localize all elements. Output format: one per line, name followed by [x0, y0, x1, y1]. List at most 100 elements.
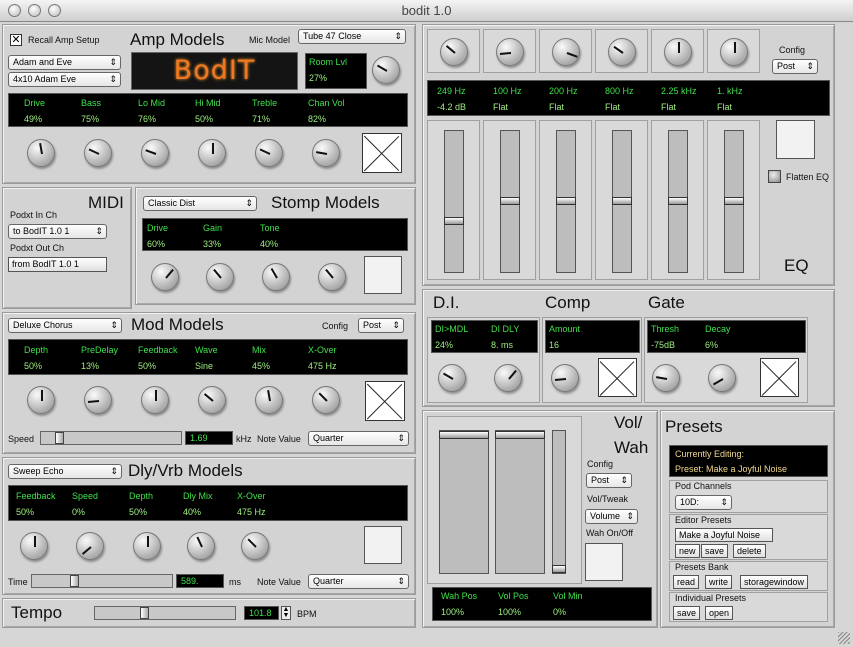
- mod-config-select[interactable]: Post: [358, 318, 404, 333]
- room-level-knob[interactable]: [372, 56, 400, 84]
- dly-model-select[interactable]: Sweep Echo: [8, 464, 122, 479]
- stomp-gain-knob[interactable]: [206, 263, 234, 291]
- resize-grip[interactable]: [838, 632, 850, 644]
- mic-model-select[interactable]: Tube 47 Close: [298, 29, 406, 44]
- eq-slider-thumb[interactable]: [724, 197, 744, 205]
- mod-feedback-knob[interactable]: [141, 386, 169, 414]
- mod-xover-knob[interactable]: [312, 386, 340, 414]
- gate-bypass-box[interactable]: [760, 358, 799, 397]
- tempo-slider[interactable]: [94, 606, 236, 620]
- vol-min-slider-thumb[interactable]: [552, 565, 566, 573]
- dly-speed-knob[interactable]: [76, 532, 104, 560]
- individual-save-button[interactable]: save: [673, 606, 701, 620]
- mod-model-select[interactable]: Deluxe Chorus: [8, 318, 122, 333]
- stomp-tone-knob[interactable]: [262, 263, 290, 291]
- dly-note-value-select[interactable]: Quarter: [308, 574, 409, 589]
- treble-knob[interactable]: [255, 139, 283, 167]
- wah-position-slider[interactable]: [439, 430, 489, 574]
- dly-xover-knob[interactable]: [241, 532, 269, 560]
- eq-band1-freq-knob[interactable]: [440, 38, 468, 66]
- speed-value-field[interactable]: 1.69: [185, 431, 233, 445]
- read-bank-button[interactable]: read: [673, 575, 700, 589]
- volwah-param-value: 0%: [553, 607, 567, 617]
- speed-slider[interactable]: [40, 431, 182, 445]
- speed-slider-thumb[interactable]: [55, 432, 64, 444]
- time-slider[interactable]: [31, 574, 173, 588]
- editor-preset-name-field[interactable]: Make a Joyful Noise: [675, 528, 773, 542]
- comp-param-label: Amount: [549, 324, 581, 334]
- drive-knob[interactable]: [27, 139, 55, 167]
- eq-band6-gain-slider[interactable]: [724, 130, 744, 273]
- mod-depth-knob[interactable]: [27, 386, 55, 414]
- write-bank-button[interactable]: write: [705, 575, 733, 589]
- vol-slider-thumb[interactable]: [495, 431, 545, 439]
- cab-model-select[interactable]: 4x10 Adam Eve: [8, 72, 121, 87]
- pod-channel-select[interactable]: 10D:: [675, 495, 732, 510]
- wah-on-off-box[interactable]: [585, 543, 623, 581]
- podxt-out-field[interactable]: from BodIT 1.0 1: [8, 257, 107, 272]
- vol-position-slider[interactable]: [495, 430, 545, 574]
- time-value-field[interactable]: 589.: [176, 574, 224, 588]
- individual-open-button[interactable]: open: [705, 606, 734, 620]
- eq-slider-thumb[interactable]: [444, 217, 464, 225]
- di-dly-knob[interactable]: [494, 364, 522, 392]
- dly-feedback-knob[interactable]: [20, 532, 48, 560]
- eq-band-freq: 1. kHz: [717, 86, 743, 96]
- save-preset-button[interactable]: save: [701, 544, 729, 558]
- eq-slider-thumb[interactable]: [556, 197, 576, 205]
- new-preset-button[interactable]: new: [675, 544, 700, 558]
- eq-slider-thumb[interactable]: [668, 197, 688, 205]
- volwah-param-value: 100%: [441, 607, 465, 617]
- stomp-model-select[interactable]: Classic Dist: [143, 196, 257, 211]
- vol-min-slider[interactable]: [552, 430, 566, 574]
- eq-band4-gain-slider[interactable]: [612, 130, 632, 273]
- vol-tweak-select[interactable]: Volume: [585, 509, 638, 524]
- eq-config-select[interactable]: Post: [772, 59, 818, 74]
- dly-depth-knob[interactable]: [133, 532, 161, 560]
- amp-model-select[interactable]: Adam and Eve: [8, 55, 121, 70]
- podxt-in-select[interactable]: to BodIT 1.0 1: [8, 224, 107, 239]
- bass-knob[interactable]: [84, 139, 112, 167]
- di-mdl-knob[interactable]: [438, 364, 466, 392]
- tempo-slider-thumb[interactable]: [140, 607, 149, 619]
- eq-band5-freq-knob[interactable]: [664, 38, 692, 66]
- stomp-extra-knob[interactable]: [318, 263, 346, 291]
- eq-slider-thumb[interactable]: [500, 197, 520, 205]
- eq-bypass-box[interactable]: [776, 120, 815, 159]
- storage-window-button[interactable]: storagewindow: [740, 575, 809, 589]
- mod-bypass-box[interactable]: [365, 381, 405, 421]
- delete-preset-button[interactable]: delete: [733, 544, 766, 558]
- eq-band4-freq-knob[interactable]: [608, 38, 636, 66]
- eq-band3-gain-slider[interactable]: [556, 130, 576, 273]
- stomp-bypass-box[interactable]: [364, 256, 402, 294]
- flatten-eq-checkbox[interactable]: [768, 170, 781, 183]
- eq-band3-freq-knob[interactable]: [552, 38, 580, 66]
- eq-band2-gain-slider[interactable]: [500, 130, 520, 273]
- comp-bypass-box[interactable]: [598, 358, 637, 397]
- gate-thresh-knob[interactable]: [652, 364, 680, 392]
- wah-slider-thumb[interactable]: [439, 431, 489, 439]
- chan-vol-knob[interactable]: [312, 139, 340, 167]
- time-slider-thumb[interactable]: [70, 575, 79, 587]
- eq-band1-gain-slider[interactable]: [444, 130, 464, 273]
- tempo-value-field[interactable]: 101.8: [244, 606, 279, 620]
- eq-slider-thumb[interactable]: [612, 197, 632, 205]
- gate-decay-knob[interactable]: [708, 364, 736, 392]
- amp-bypass-box[interactable]: [362, 133, 402, 173]
- tempo-stepper[interactable]: ▲ ▼: [281, 606, 291, 620]
- recall-amp-checkbox[interactable]: ✕: [10, 34, 22, 46]
- mod-wave-knob[interactable]: [198, 386, 226, 414]
- lo-mid-knob[interactable]: [141, 139, 169, 167]
- dly-mix-knob[interactable]: [187, 532, 215, 560]
- mod-mix-knob[interactable]: [255, 386, 283, 414]
- volwah-config-select[interactable]: Post: [586, 473, 632, 488]
- hi-mid-knob[interactable]: [198, 139, 226, 167]
- mod-note-value-select[interactable]: Quarter: [308, 431, 409, 446]
- eq-band6-freq-knob[interactable]: [720, 38, 748, 66]
- dly-bypass-box[interactable]: [364, 526, 402, 564]
- eq-band2-freq-knob[interactable]: [496, 38, 524, 66]
- mod-predelay-knob[interactable]: [84, 386, 112, 414]
- comp-amount-knob[interactable]: [551, 364, 579, 392]
- stomp-drive-knob[interactable]: [151, 263, 179, 291]
- eq-band5-gain-slider[interactable]: [668, 130, 688, 273]
